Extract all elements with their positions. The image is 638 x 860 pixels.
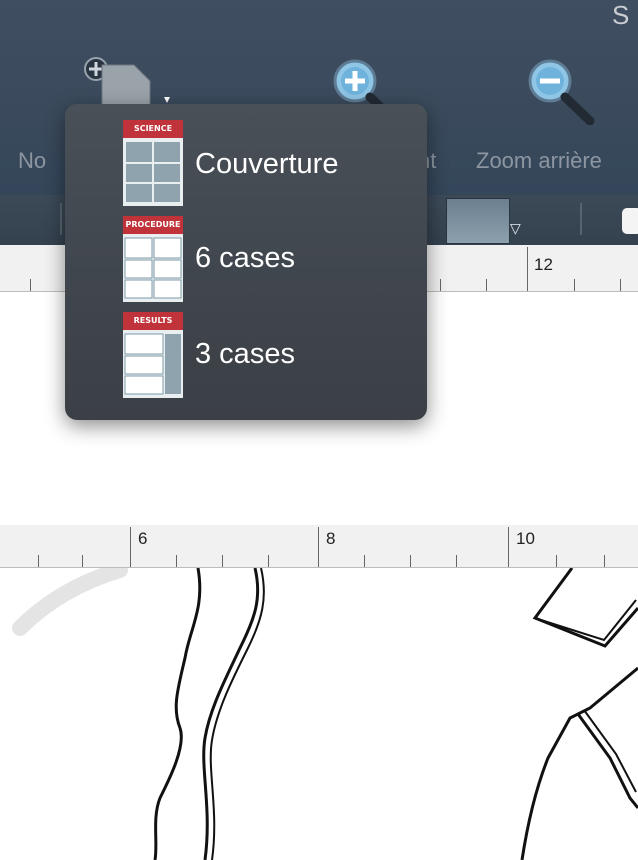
six-panel-template-preview-icon: PROCEDURE: [123, 216, 183, 302]
new-button-label[interactable]: No: [18, 148, 46, 174]
menu-item-label: 3 cases: [195, 338, 295, 370]
ruler-number: 10: [516, 529, 535, 548]
ruler-number: 8: [326, 529, 336, 548]
window-title-fragment: S: [612, 0, 630, 30]
ruler-number: 6: [138, 529, 148, 548]
separator: [60, 203, 62, 235]
menu-item-label: 6 cases: [195, 242, 295, 274]
chevron-down-icon[interactable]: ▽: [510, 220, 521, 237]
menu-item-couverture[interactable]: SCIENCE Couverture: [123, 120, 423, 206]
image-thumbnail[interactable]: [446, 198, 510, 244]
ruler-mid: 6 8 10: [0, 525, 638, 568]
toolbar-button-fragment[interactable]: [622, 208, 638, 234]
menu-item-label: Couverture: [195, 148, 339, 180]
sketch-drawing: [12, 568, 638, 860]
menu-item-3-cases[interactable]: RESULTS 3 cases: [123, 312, 423, 398]
drawing-canvas[interactable]: [0, 568, 638, 860]
menu-item-6-cases[interactable]: PROCEDURE 6 cases: [123, 216, 423, 302]
cover-template-preview-icon: SCIENCE: [123, 120, 183, 206]
ruler-number: 12: [534, 255, 553, 274]
zoom-out-label[interactable]: Zoom arrière: [476, 148, 602, 174]
zoom-out-icon[interactable]: [520, 55, 600, 125]
new-page-popup-menu: SCIENCE Couverture PROCEDURE 6 cases RES…: [65, 104, 427, 420]
separator: [580, 203, 582, 235]
three-panel-template-preview-icon: RESULTS: [123, 312, 183, 398]
